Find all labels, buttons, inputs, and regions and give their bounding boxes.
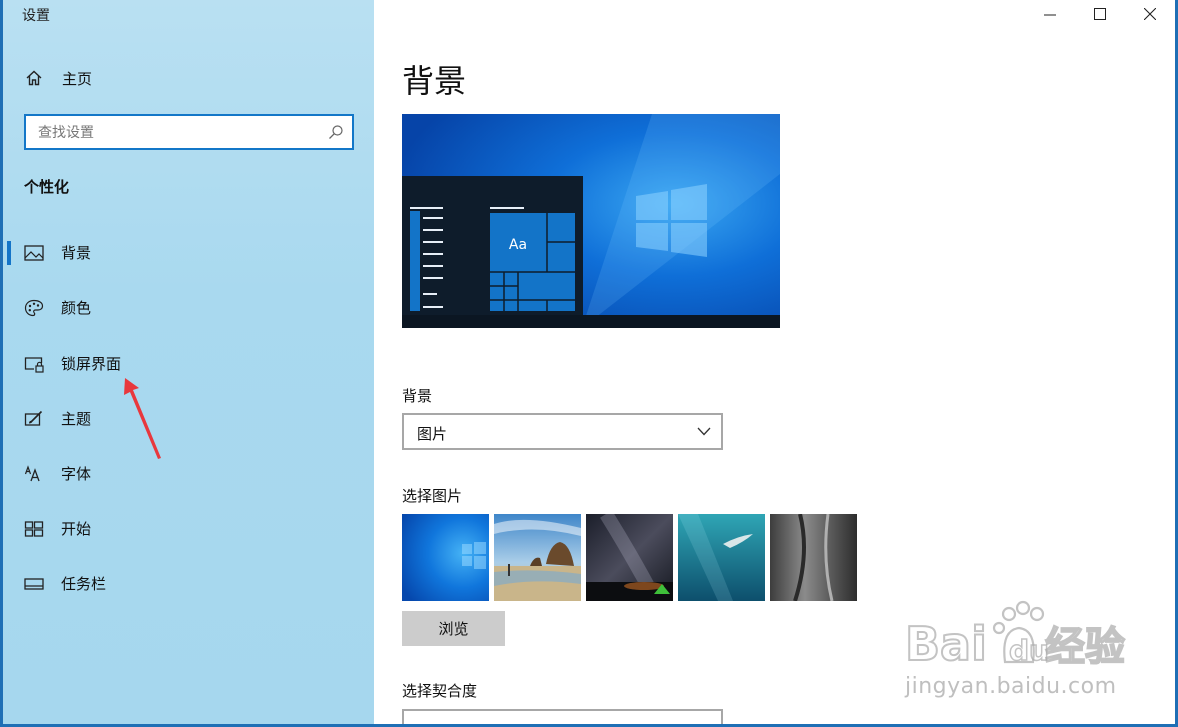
thumbnail-rock-cliff[interactable] [770, 514, 857, 601]
background-type-dropdown[interactable]: 图片 [402, 413, 723, 450]
close-button[interactable] [1125, 0, 1175, 30]
lock-screen-icon [24, 357, 44, 373]
background-label: 背景 [402, 387, 433, 405]
picture-thumbnails [402, 514, 857, 601]
svg-text:du: du [1009, 634, 1049, 667]
preview-tile-text: Aa [509, 237, 527, 253]
window-controls [1025, 0, 1175, 30]
browse-button[interactable]: 浏览 [402, 611, 505, 646]
minimize-button[interactable] [1025, 0, 1075, 30]
sidebar-item-fonts[interactable]: 字体 [3, 452, 374, 496]
sidebar-item-label: 字体 [61, 465, 92, 483]
svg-text:经验: 经验 [1045, 624, 1125, 670]
sidebar-item-start[interactable]: 开始 [3, 507, 374, 551]
choose-fit-label: 选择契合度 [402, 682, 478, 700]
watermark-text: jingyan.baidu.com [905, 674, 1117, 699]
sidebar-item-label: 开始 [61, 520, 92, 538]
picture-icon [24, 245, 44, 261]
sidebar-item-color[interactable]: 颜色 [3, 286, 374, 330]
close-icon [1144, 8, 1156, 20]
main-panel: 背景 Aa 背景 图片 选择图片 浏览 选择契合度 Bai du 经验 jing… [374, 0, 1175, 724]
choose-picture-label: 选择图片 [402, 487, 463, 505]
fit-dropdown[interactable] [402, 709, 723, 724]
sidebar-item-background[interactable]: 背景 [3, 231, 374, 275]
maximize-icon [1094, 8, 1106, 20]
nav-home-label: 主页 [62, 70, 93, 88]
thumbnail-windows-blue[interactable] [402, 514, 489, 601]
thumbnail-beach-rocks[interactable] [494, 514, 581, 601]
sidebar-item-label: 颜色 [61, 299, 92, 317]
sidebar-item-label: 主题 [61, 410, 92, 428]
search-box[interactable] [24, 114, 354, 150]
taskbar-icon [24, 578, 44, 590]
theme-icon [24, 410, 43, 426]
settings-window: 设置 主页 个性化 背景 [3, 0, 1175, 724]
thumbnail-underwater-swimmer[interactable] [678, 514, 765, 601]
thumbnail-night-sky[interactable] [586, 514, 673, 601]
section-title: 个性化 [24, 178, 70, 196]
search-icon[interactable] [328, 124, 344, 140]
window-title: 设置 [22, 8, 50, 24]
annotation-arrow [124, 378, 161, 459]
chevron-down-icon [697, 427, 711, 436]
search-input[interactable] [36, 122, 320, 144]
sidebar-item-taskbar[interactable]: 任务栏 [3, 562, 374, 606]
maximize-button[interactable] [1075, 0, 1125, 30]
start-icon [24, 521, 44, 537]
background-type-value: 图片 [417, 425, 448, 443]
svg-text:Bai: Bai [905, 617, 987, 671]
page-title: 背景 [402, 62, 467, 100]
sidebar-item-theme[interactable]: 主题 [3, 397, 374, 441]
nav-home[interactable]: 主页 [3, 58, 374, 98]
sidebar-item-label: 锁屏界面 [61, 355, 122, 373]
sidebar-item-lock-screen[interactable]: 锁屏界面 [3, 342, 374, 386]
font-icon [24, 465, 40, 482]
sidebar: 设置 主页 个性化 背景 [3, 0, 374, 724]
home-icon [26, 70, 42, 86]
desktop-preview: Aa [402, 114, 780, 328]
sidebar-item-label: 背景 [61, 244, 92, 262]
palette-icon [24, 299, 44, 317]
sidebar-item-label: 任务栏 [61, 575, 107, 593]
minimize-icon [1044, 14, 1056, 16]
